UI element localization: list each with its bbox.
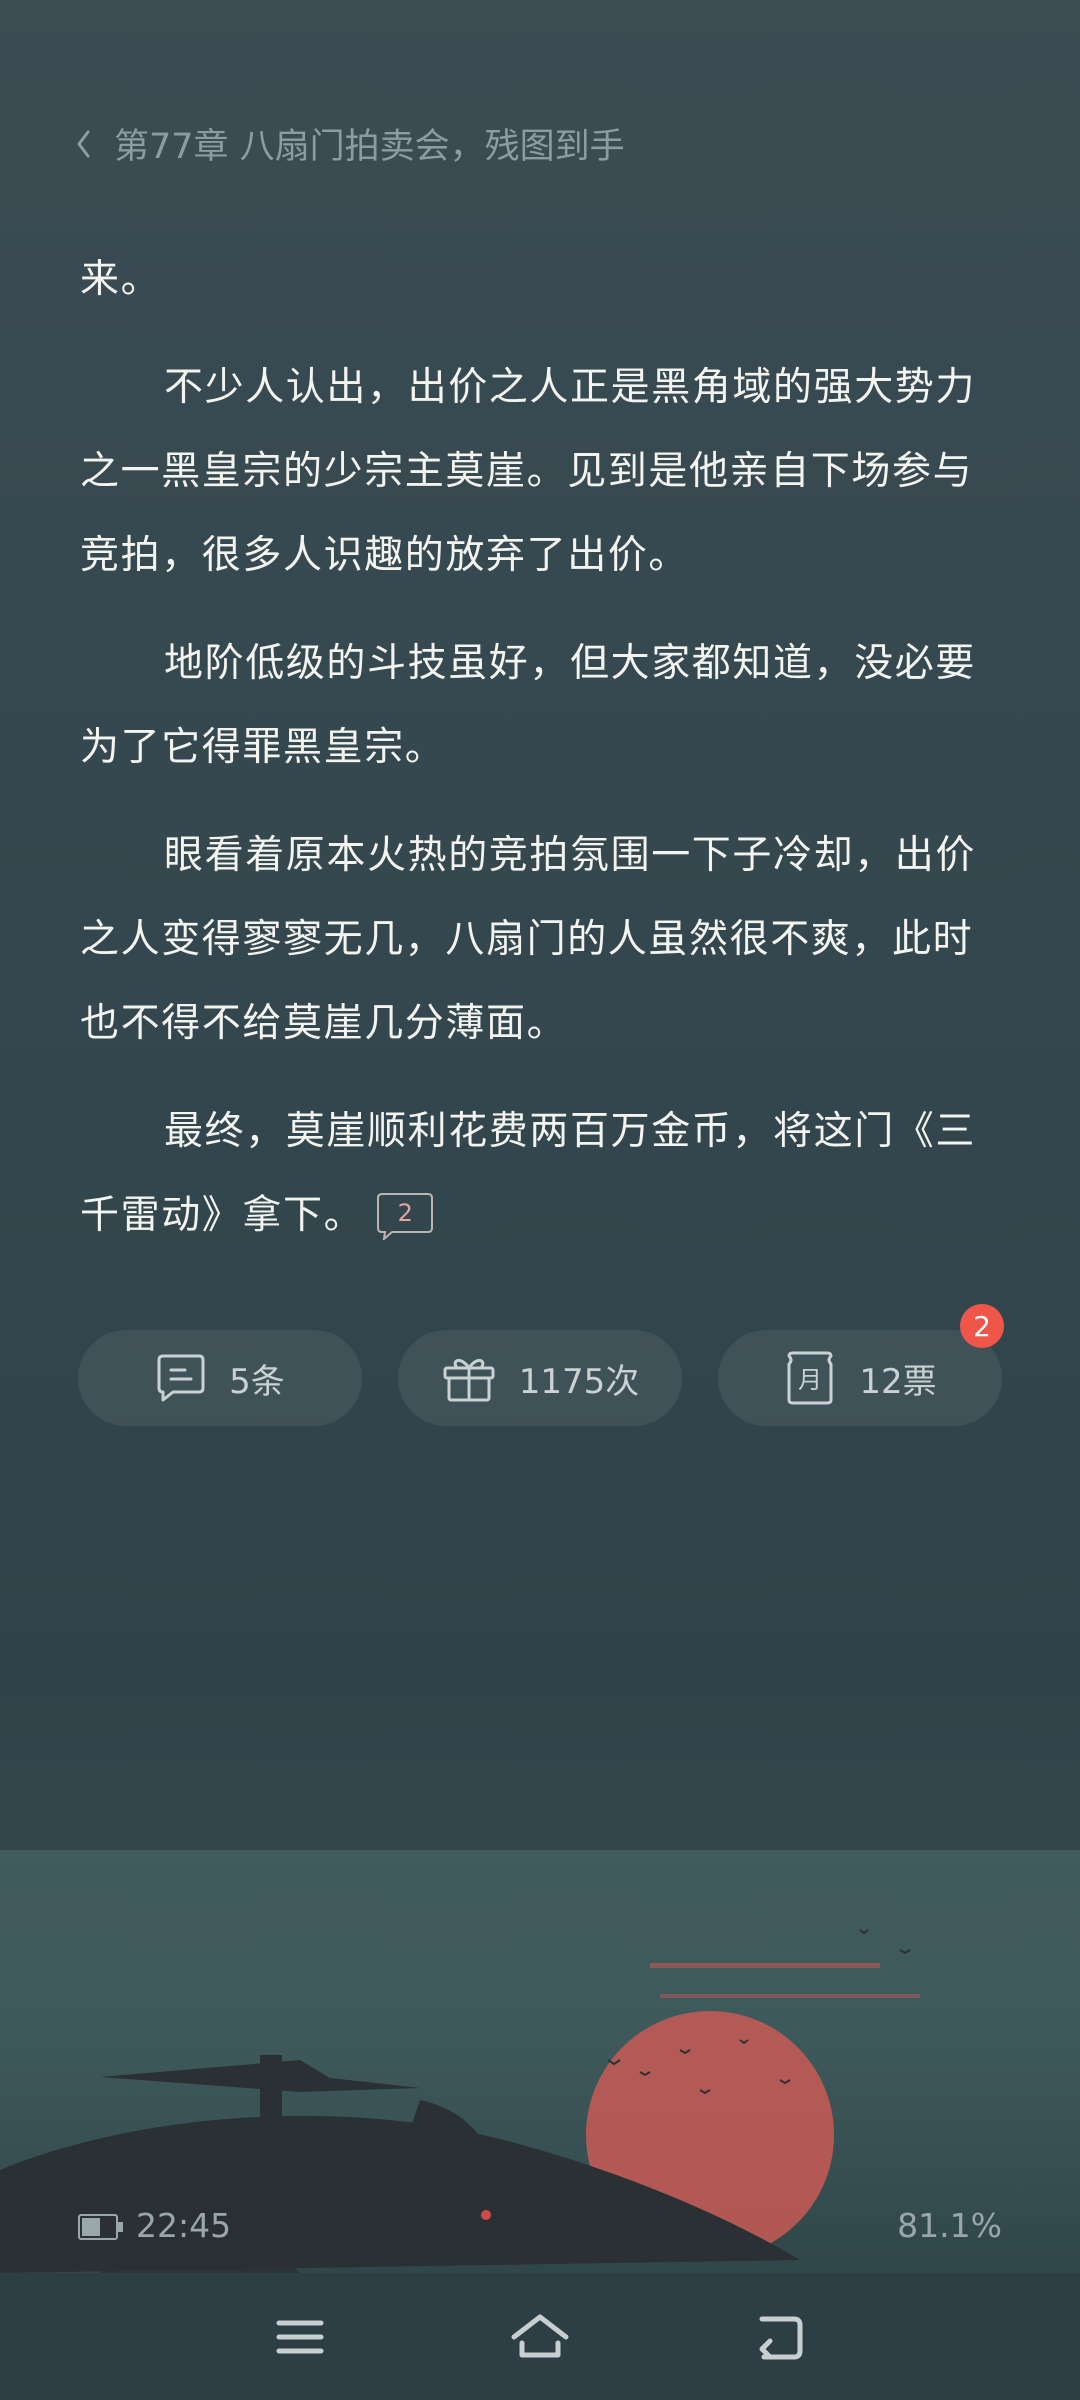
paragraph-text: 最终，莫崖顺利花费两百万金币，将这门《三千雷动》拿下。 bbox=[80, 1109, 977, 1238]
paragraph-last: 最终，莫崖顺利花费两百万金币，将这门《三千雷动》拿下。 2 bbox=[80, 1090, 1002, 1258]
home-button[interactable] bbox=[510, 2309, 570, 2365]
comments-count: 5条 bbox=[229, 1361, 285, 1402]
chapter-actions: 5条 1175次 月 12票 2 bbox=[78, 1304, 1004, 1426]
chapter-content: 来。 不少人认出，出价之人正是黑角域的强大势力之一黑皇宗的少宗主莫崖。见到是他亲… bbox=[80, 238, 1002, 1282]
system-nav-bar bbox=[0, 2273, 1080, 2400]
monthly-vote-count: 12票 bbox=[859, 1361, 937, 1402]
comments-button[interactable]: 5条 bbox=[78, 1330, 362, 1426]
home-icon bbox=[511, 2314, 569, 2358]
paragraph: 眼看着原本火热的竞拍氛围一下子冷却，出价之人变得寥寥无几，八扇门的人虽然很不爽，… bbox=[80, 833, 977, 1046]
paragraph: 不少人认出，出价之人正是黑角域的强大势力之一黑皇宗的少宗主莫崖。见到是他亲自下场… bbox=[80, 365, 977, 578]
comment-icon bbox=[157, 1354, 205, 1402]
menu-button[interactable] bbox=[270, 2309, 330, 2365]
paragraph: 地阶低级的斗技虽好，但大家都知道，没必要为了它得罪黑皇宗。 bbox=[80, 641, 977, 770]
background-scene bbox=[0, 1850, 1080, 2273]
gift-button[interactable]: 1175次 bbox=[398, 1330, 682, 1426]
back-button[interactable] bbox=[750, 2309, 810, 2365]
chevron-left-icon[interactable] bbox=[74, 124, 100, 164]
chapter-header[interactable]: 第77章 八扇门拍卖会，残图到手 bbox=[74, 118, 625, 169]
clock: 22:45 bbox=[136, 2206, 232, 2245]
reading-progress: 81.1% bbox=[897, 2206, 1002, 2245]
gift-count: 1175次 bbox=[518, 1361, 640, 1402]
reader-screen: 第77章 八扇门拍卖会，残图到手 来。 不少人认出，出价之人正是黑角域的强大势力… bbox=[0, 0, 1080, 2400]
paragraph: 来。 bbox=[80, 257, 162, 302]
monthly-ticket-icon: 月 bbox=[787, 1351, 833, 1405]
gift-icon bbox=[443, 1359, 495, 1402]
battery-icon bbox=[78, 2214, 123, 2240]
back-icon bbox=[759, 2316, 803, 2360]
monthly-vote-button[interactable]: 月 12票 2 bbox=[718, 1304, 1004, 1426]
paragraph-comment-count: 2 bbox=[397, 1198, 413, 1227]
paragraph-comment-button[interactable]: 2 bbox=[376, 1192, 434, 1240]
menu-icon bbox=[276, 2320, 324, 2354]
reader-status-bar: 22:45 81.1% bbox=[78, 2202, 1002, 2250]
svg-text:月: 月 bbox=[798, 1366, 822, 1394]
chapter-title: 第77章 八扇门拍卖会，残图到手 bbox=[114, 127, 625, 167]
notification-badge: 2 bbox=[960, 1304, 1004, 1348]
